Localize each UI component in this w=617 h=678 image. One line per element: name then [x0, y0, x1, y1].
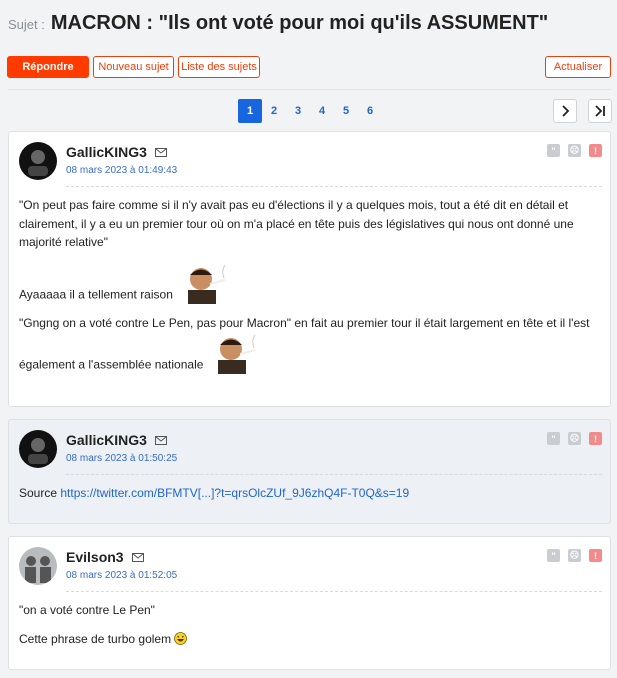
pagination: 1 2 3 4 5 6	[238, 99, 382, 123]
toolbar-divider	[8, 89, 611, 90]
post-body: "on a voté contre Le Pen" Cette phrase d…	[19, 601, 598, 658]
post-paragraph: "On peut pas faire comme si il n'y avait…	[19, 198, 574, 250]
page-3[interactable]: 3	[286, 99, 310, 123]
post-separator	[66, 591, 602, 592]
page-title: MACRON : "Ils ont voté pour moi qu'ils A…	[50, 12, 549, 34]
report-icon[interactable]: !	[589, 549, 602, 562]
post-separator	[66, 474, 602, 475]
post: GallicKING3 08 mars 2023 à 01:50:25 " ☹ …	[8, 419, 611, 524]
post: Evilson3 08 mars 2023 à 01:52:05 " ☹ ! "…	[8, 536, 611, 670]
source-label: Source	[19, 486, 58, 500]
post-actions: " ☹ !	[539, 432, 602, 445]
author-name[interactable]: GallicKING3	[66, 432, 147, 448]
sticker-image	[187, 264, 226, 304]
topic-list-button[interactable]: Liste des sujets	[178, 56, 260, 78]
quote-icon[interactable]: "	[547, 432, 560, 445]
quote-icon[interactable]: "	[547, 144, 560, 157]
last-page-icon	[595, 105, 605, 117]
post-separator	[66, 186, 602, 187]
report-icon[interactable]: !	[589, 144, 602, 157]
post-date[interactable]: 08 mars 2023 à 01:52:05	[66, 570, 177, 581]
post: GallicKING3 08 mars 2023 à 01:49:43 " ☹ …	[8, 131, 611, 407]
post-actions: " ☹ !	[539, 549, 602, 562]
new-topic-button[interactable]: Nouveau sujet	[93, 56, 174, 78]
quote-icon[interactable]: "	[547, 549, 560, 562]
post-paragraph: "on a voté contre Le Pen"	[19, 603, 155, 617]
mp-icon[interactable]: ☹	[568, 549, 581, 562]
last-page-button[interactable]	[588, 99, 612, 123]
avatar[interactable]	[19, 430, 57, 468]
author-name[interactable]: Evilson3	[66, 549, 124, 565]
avatar[interactable]	[19, 547, 57, 585]
post-paragraph: Ayaaaaa il a tellement raison	[19, 287, 173, 302]
topic-header: Sujet : MACRON : "Ils ont voté pour moi …	[8, 12, 548, 35]
mp-icon[interactable]: ☹	[568, 144, 581, 157]
mp-icon[interactable]: ☹	[568, 432, 581, 445]
page-2[interactable]: 2	[262, 99, 286, 123]
post-actions: " ☹ !	[539, 144, 602, 157]
post-body: Source https://twitter.com/BFMTV[...]?t=…	[19, 484, 598, 513]
page-6[interactable]: 6	[358, 99, 382, 123]
refresh-button[interactable]: Actualiser	[545, 56, 611, 78]
avatar[interactable]	[19, 142, 57, 180]
report-icon[interactable]: !	[589, 432, 602, 445]
next-page-button[interactable]	[553, 99, 577, 123]
mail-icon[interactable]	[154, 435, 167, 445]
post-date[interactable]: 08 mars 2023 à 01:49:43	[66, 165, 177, 176]
mail-icon[interactable]	[131, 552, 144, 562]
post-date[interactable]: 08 mars 2023 à 01:50:25	[66, 453, 177, 464]
chevron-right-icon	[562, 105, 570, 117]
mail-icon[interactable]	[154, 147, 167, 157]
source-link[interactable]: https://twitter.com/BFMTV[...]?t=qrsOlcZ…	[60, 486, 409, 500]
post-body: "On peut pas faire comme si il n'y avait…	[19, 196, 598, 384]
page-4[interactable]: 4	[310, 99, 334, 123]
laughing-smiley-icon	[174, 631, 188, 645]
page-1[interactable]: 1	[238, 99, 262, 123]
page-5[interactable]: 5	[334, 99, 358, 123]
post-paragraph: Cette phrase de turbo golem	[19, 631, 172, 646]
subject-label: Sujet :	[8, 17, 45, 32]
author-name[interactable]: GallicKING3	[66, 144, 147, 160]
sticker-image	[218, 335, 256, 375]
reply-button[interactable]: Répondre	[7, 56, 89, 78]
post-paragraph: "Gngng on a voté contre Le Pen, pas pour…	[19, 315, 590, 372]
